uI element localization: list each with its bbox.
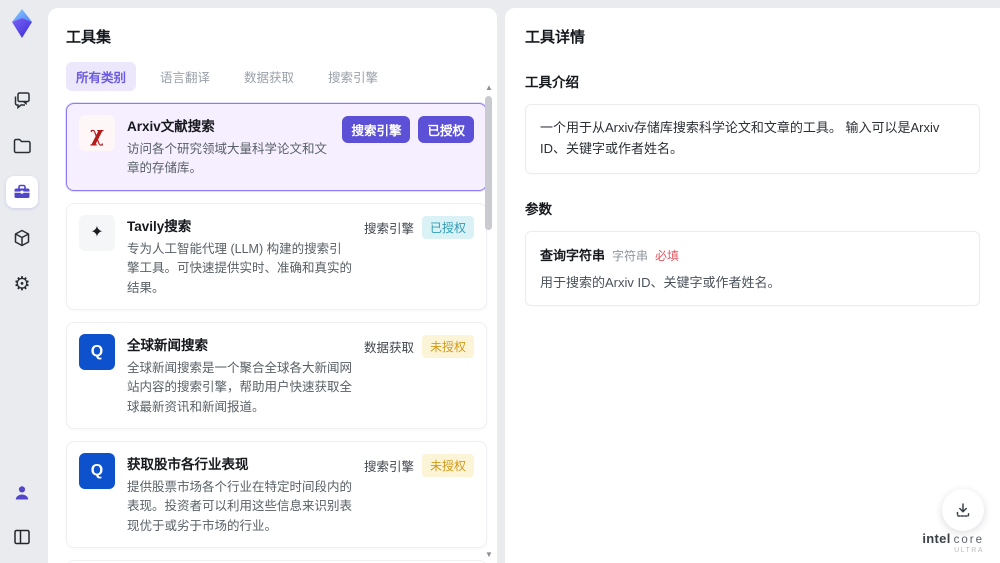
folder-icon <box>13 138 31 154</box>
sidebar-item-files[interactable] <box>6 130 38 162</box>
gear-icon: ⚙ <box>13 273 31 295</box>
tab-all-categories[interactable]: 所有类别 <box>66 62 137 91</box>
param-box: 查询字符串 字符串 必填 用于搜索的Arxiv ID、关键字或作者姓名。 <box>525 230 980 307</box>
params-heading: 参数 <box>525 201 552 217</box>
tab-language-translation[interactable]: 语言翻译 <box>150 62 220 91</box>
tool-category-badge: 搜索引擎 <box>363 221 414 236</box>
download-button[interactable] <box>942 489 984 531</box>
tool-auth-badge: 未授权 <box>421 454 474 477</box>
package-icon <box>14 229 30 247</box>
panel-toggle-icon <box>14 529 30 545</box>
param-required-flag: 必填 <box>655 248 680 263</box>
tavily-sparkle-icon: ✦ <box>79 214 115 251</box>
tool-description: 全球新闻搜索是一个聚合全球各大新闻网站内容的搜索引擎，帮助用户快速获取全球最新资… <box>127 360 353 414</box>
tool-name: Arxiv文献搜索 <box>127 119 215 134</box>
app-logo-icon[interactable] <box>7 8 37 40</box>
param-name: 查询字符串 <box>540 247 606 263</box>
tool-name: 全球新闻搜索 <box>127 337 208 353</box>
tool-description: 提供股票市场各个行业在特定时间段内的表现。投资者可以利用这些信息来识别表现优于或… <box>127 480 353 533</box>
tool-list-item[interactable]: ✦ Tavily搜索 专为人工智能代理 (LLM) 构建的搜索引擎工具。可快速提… <box>66 202 487 310</box>
user-icon <box>15 486 29 500</box>
tool-list-item[interactable]: Q 全球新闻搜索 全球新闻搜索是一个聚合全球各大新闻网站内容的搜索引擎，帮助用户… <box>66 321 487 429</box>
param-description: 用于搜索的Arxiv ID、关键字或作者姓名。 <box>540 274 781 290</box>
tool-category-badge: 数据获取 <box>363 340 414 355</box>
arxiv-logo-icon: χ <box>79 115 115 151</box>
tool-category-badge: 搜索引擎 <box>342 116 411 143</box>
news-app-icon: Q <box>79 333 115 370</box>
tab-search-engine[interactable]: 搜索引擎 <box>318 62 388 91</box>
intro-text: 一个用于从Arxiv存储库搜索科学论文和文章的工具。 输入可以是Arxiv ID… <box>540 120 940 156</box>
tool-auth-badge: 已授权 <box>418 116 474 143</box>
tool-list-item[interactable]: χ Arxiv文献搜索 访问各个研究领域大量科学论文和文章的存储库。 搜索引擎 … <box>66 103 487 191</box>
scrollbar-thumb[interactable] <box>485 96 492 230</box>
sidebar-item-account[interactable] <box>6 477 38 509</box>
intel-core-logo: intel core ultra <box>922 530 984 555</box>
sidebar-item-settings[interactable]: ⚙ <box>6 268 38 300</box>
chat-icon <box>14 92 30 110</box>
tool-list-item[interactable]: Q 获取股市各行业表现 提供股票市场各个行业在特定时间段内的表现。投资者可以利用… <box>66 441 487 549</box>
tab-data-acquisition[interactable]: 数据获取 <box>234 62 304 91</box>
sidebar-item-chat[interactable] <box>6 84 38 116</box>
scroll-down-icon[interactable]: ▼ <box>484 551 494 559</box>
tool-detail-panel: 工具详情 工具介绍 一个用于从Arxiv存储库搜索科学论文和文章的工具。 输入可… <box>505 8 1000 563</box>
detail-title: 工具详情 <box>525 29 586 46</box>
intro-heading: 工具介绍 <box>525 75 579 90</box>
left-rail: ⚙ <box>0 0 44 563</box>
sidebar-item-tools[interactable] <box>6 176 38 208</box>
intro-box: 一个用于从Arxiv存储库搜索科学论文和文章的工具。 输入可以是Arxiv ID… <box>525 104 980 174</box>
toolset-title: 工具集 <box>66 29 112 46</box>
tool-category-badge: 搜索引擎 <box>363 460 414 474</box>
tool-description: 专为人工智能代理 (LLM) 构建的搜索引擎工具。可快速提供实时、准确和真实的结… <box>127 241 353 295</box>
toolbox-icon <box>14 184 30 198</box>
stocks-app-icon: Q <box>79 453 115 489</box>
category-tabs: 所有类别 语言翻译 数据获取 搜索引擎 <box>66 62 485 91</box>
tool-list: χ Arxiv文献搜索 访问各个研究领域大量科学论文和文章的存储库。 搜索引擎 … <box>66 103 487 563</box>
toolset-panel: 工具集 所有类别 语言翻译 数据获取 搜索引擎 χ Arxiv文献搜索 访问各个… <box>48 8 497 563</box>
scroll-up-icon[interactable]: ▲ <box>484 84 494 92</box>
tool-name: Tavily搜索 <box>127 218 192 234</box>
tool-name: 获取股市各行业表现 <box>127 457 249 472</box>
list-scrollbar[interactable]: ▲ ▼ <box>484 84 494 559</box>
download-icon <box>956 503 970 517</box>
tool-auth-badge: 已授权 <box>421 215 474 239</box>
param-type: 字符串 <box>612 248 649 263</box>
sidebar-item-collapse[interactable] <box>6 521 38 553</box>
tool-description: 访问各个研究领域大量科学论文和文章的存储库。 <box>127 142 328 176</box>
tool-auth-badge: 未授权 <box>421 334 474 358</box>
sidebar-item-packages[interactable] <box>6 222 38 254</box>
